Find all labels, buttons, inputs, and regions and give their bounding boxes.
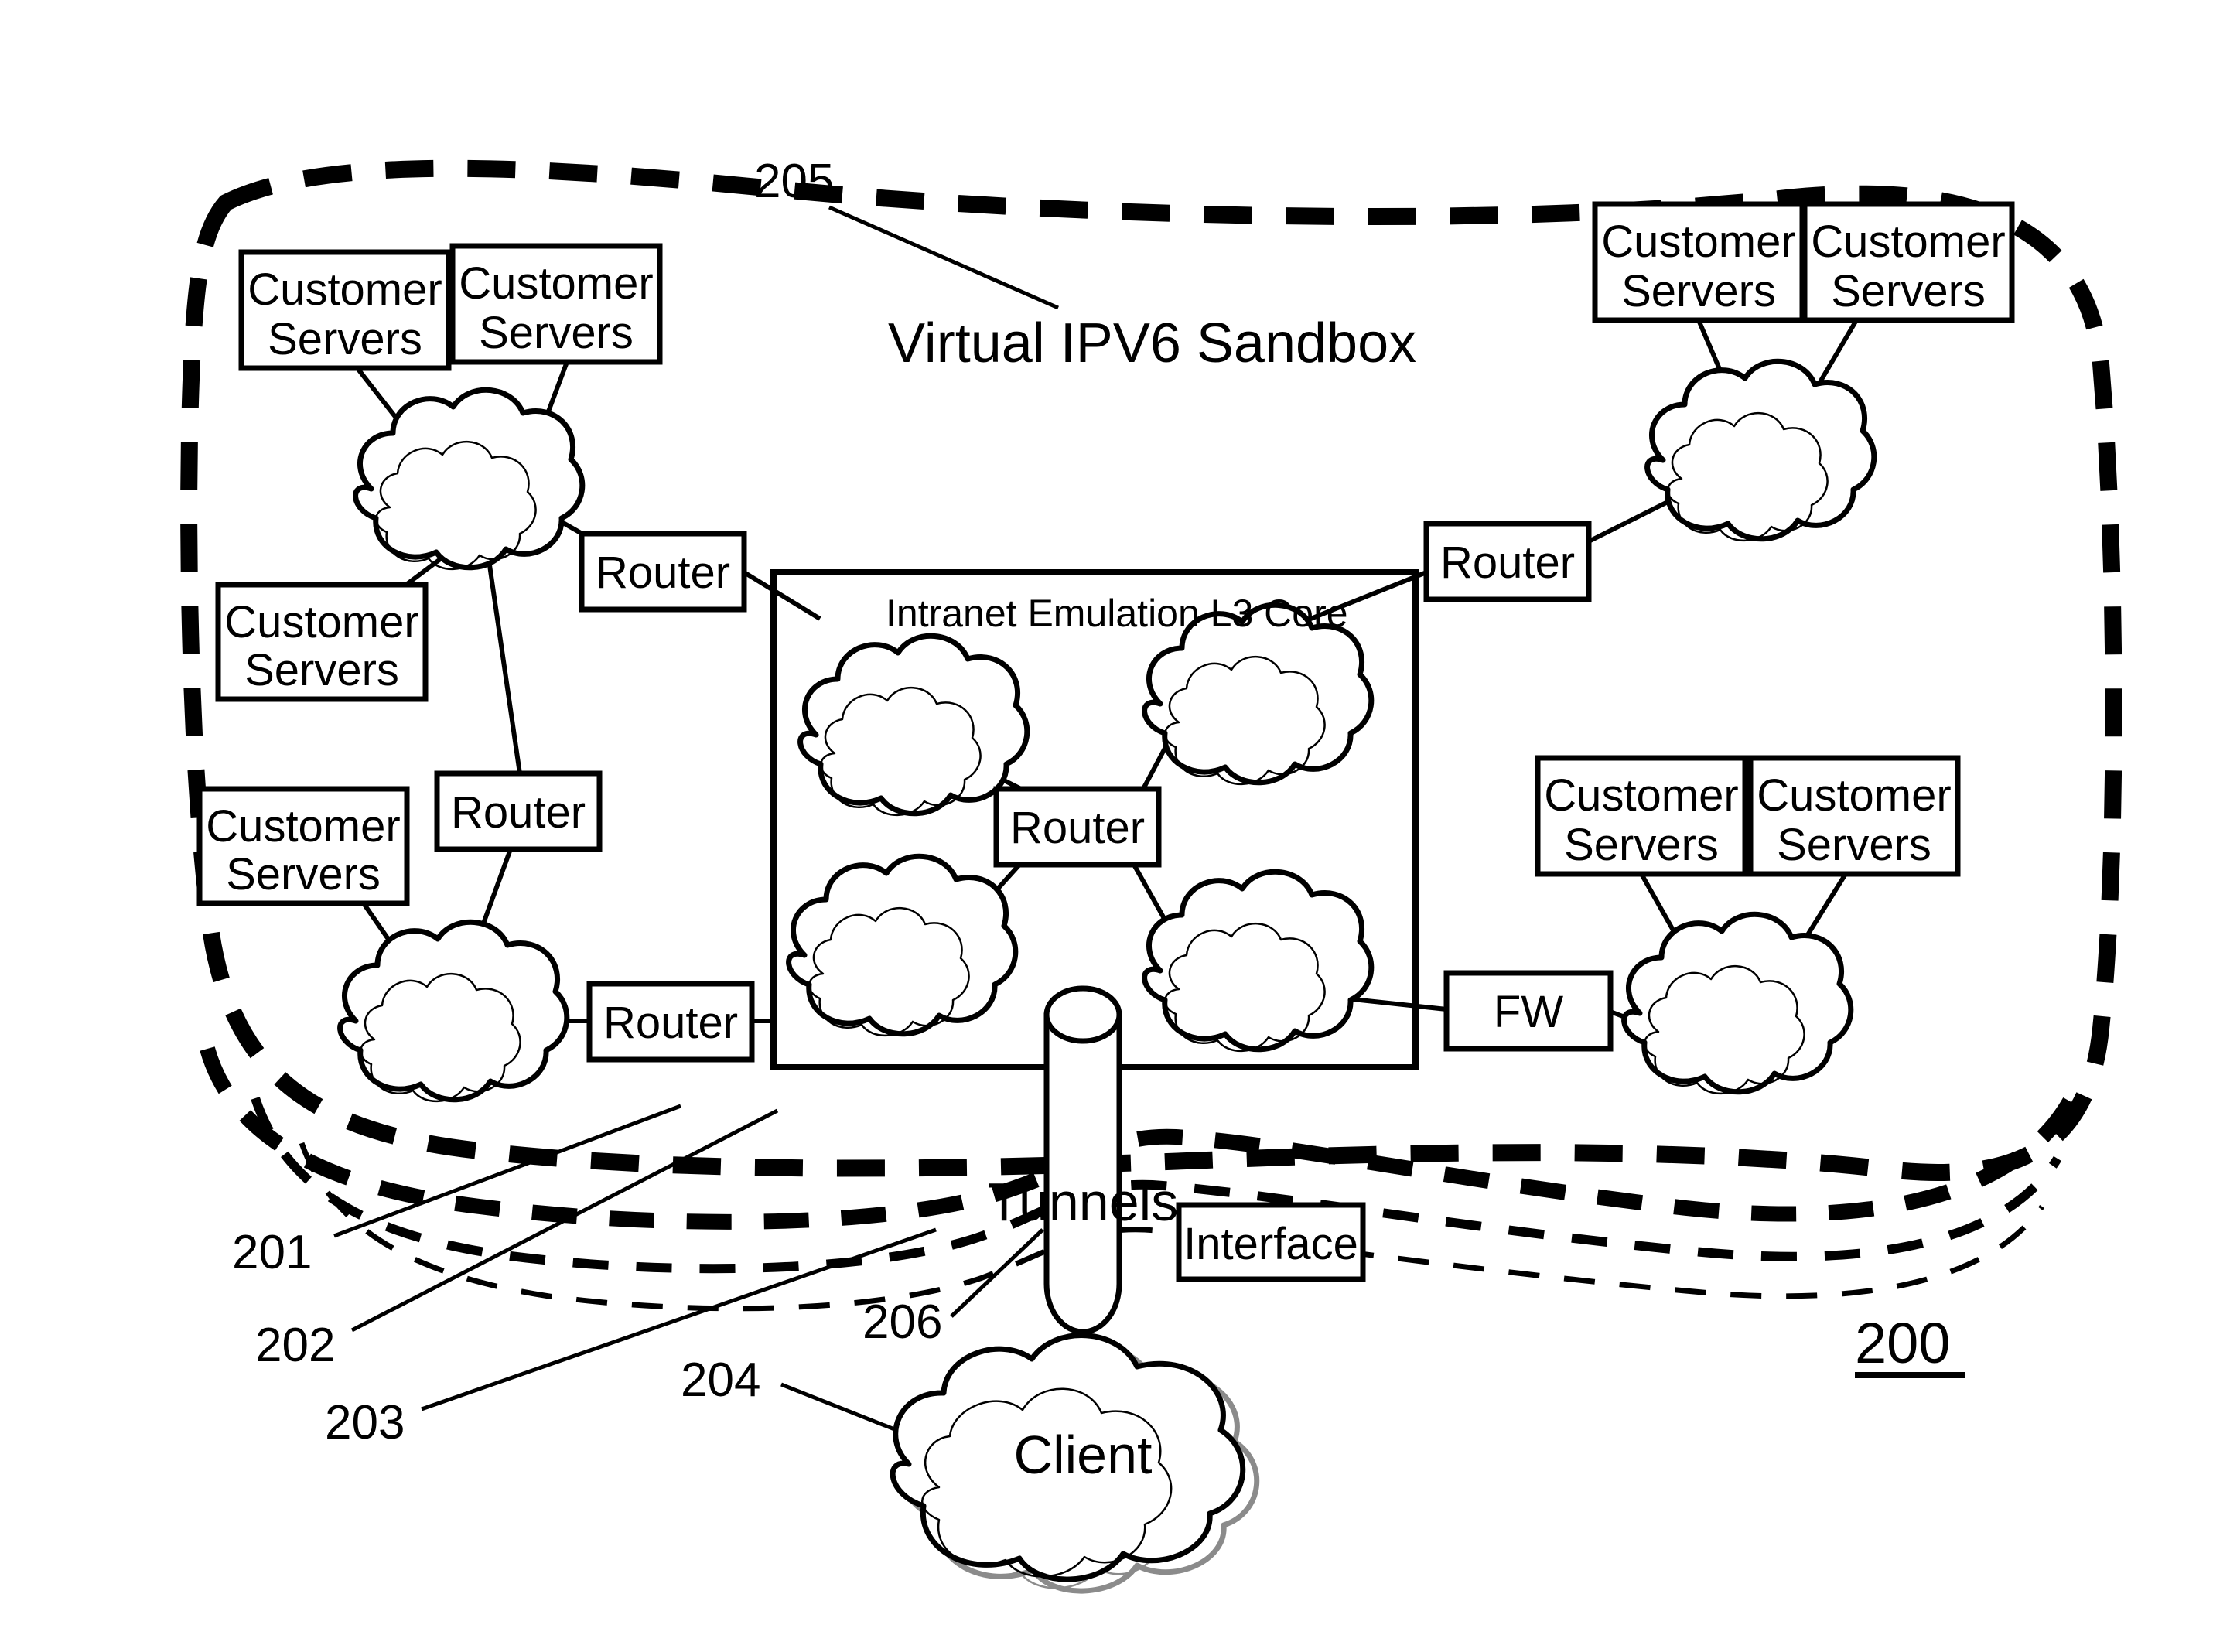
cs-line2: Servers: [1564, 820, 1719, 870]
label-cs-right-top-1: Customer Servers: [1601, 217, 1795, 316]
label-cs-left-top-2: Customer Servers: [459, 258, 653, 358]
ref-203: 203: [325, 1396, 405, 1449]
label-router-left-mid: Router: [451, 787, 586, 838]
ref-202: 202: [255, 1319, 335, 1372]
intranet-core-label: Intranet Emulation L3 Core: [886, 592, 1348, 635]
cs-line2: Servers: [244, 645, 399, 695]
label-fw: FW: [1494, 987, 1563, 1037]
label-cs-right-top-2: Customer Servers: [1811, 217, 2005, 316]
label-cs-left-bottom: Customer Servers: [206, 801, 400, 899]
cs-line2: Servers: [1621, 266, 1776, 316]
cs-line1: Customer: [1757, 770, 1951, 821]
cs-line1: Customer: [206, 801, 400, 852]
figure-title: Virtual IPV6 Sandbox: [888, 312, 1416, 374]
ref-206: 206: [862, 1295, 942, 1349]
label-cs-right-mid-1: Customer Servers: [1544, 770, 1738, 870]
cs-line2: Servers: [268, 314, 422, 364]
cs-line2: Servers: [1777, 820, 1931, 870]
cs-line1: Customer: [459, 258, 653, 309]
cs-line1: Customer: [1601, 217, 1795, 267]
label-router-left-lower: Router: [603, 998, 738, 1048]
label-cs-left-top-1: Customer Servers: [248, 265, 442, 364]
label-router-right-upper: Router: [1440, 538, 1575, 588]
label-cs-right-mid-2: Customer Servers: [1757, 770, 1951, 870]
cs-line2: Servers: [226, 849, 381, 899]
cs-line1: Customer: [1811, 217, 2005, 267]
figure-canvas: Virtual IPV6 Sandbox Intranet Emulation …: [0, 0, 2213, 1652]
cs-line1: Customer: [1544, 770, 1738, 821]
label-cs-left-mid: Customer Servers: [224, 597, 418, 695]
label-router-core: Router: [1010, 803, 1145, 853]
label-client: Client: [1014, 1425, 1153, 1485]
ref-200-figure-number: 200: [1855, 1311, 1950, 1375]
label-router-left-upper: Router: [596, 548, 730, 598]
cs-line2: Servers: [479, 308, 634, 358]
label-interface: Interface: [1183, 1219, 1358, 1269]
label-tunnels: Tunnels: [988, 1172, 1178, 1232]
cs-line2: Servers: [1831, 266, 1986, 316]
diagram-text-layer: Virtual IPV6 Sandbox Intranet Emulation …: [206, 155, 2005, 1485]
ref-204: 204: [681, 1353, 760, 1407]
cs-line1: Customer: [224, 597, 418, 647]
cs-line1: Customer: [248, 265, 442, 315]
ref-205: 205: [754, 155, 834, 208]
ref-201: 201: [232, 1226, 312, 1279]
